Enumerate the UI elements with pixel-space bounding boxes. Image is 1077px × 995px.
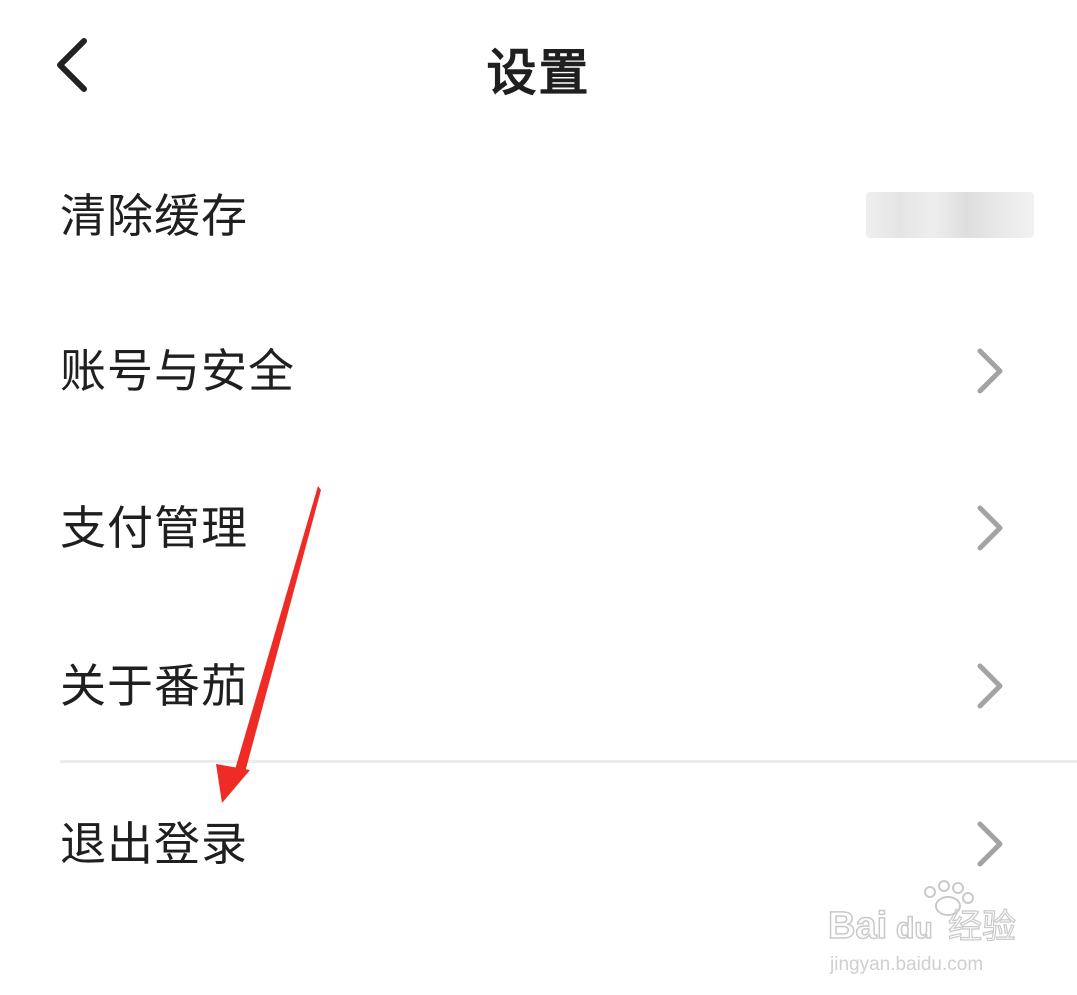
section-divider bbox=[60, 760, 1077, 763]
settings-item-about[interactable]: 关于番茄 bbox=[0, 610, 1077, 760]
settings-item-label: 支付管理 bbox=[60, 501, 248, 555]
chevron-right-icon bbox=[977, 505, 1003, 551]
settings-item-logout[interactable]: 退出登录 bbox=[0, 768, 1077, 918]
chevron-right-icon bbox=[977, 348, 1003, 394]
settings-item-label: 退出登录 bbox=[60, 817, 248, 871]
top-nav-bar: 设置 bbox=[0, 0, 1077, 140]
settings-item-label: 清除缓存 bbox=[60, 189, 248, 243]
chevron-right-icon bbox=[977, 821, 1003, 867]
cache-size-value bbox=[866, 192, 1034, 238]
watermark-url: jingyan.baidu.com bbox=[829, 954, 983, 975]
chevron-right-icon bbox=[977, 663, 1003, 709]
settings-item-label: 账号与安全 bbox=[60, 344, 295, 398]
settings-item-payment[interactable]: 支付管理 bbox=[0, 452, 1077, 602]
settings-item-account-security[interactable]: 账号与安全 bbox=[0, 295, 1077, 445]
settings-item-clear-cache[interactable]: 清除缓存 bbox=[0, 140, 1077, 290]
page-title: 设置 bbox=[486, 44, 591, 102]
settings-item-label: 关于番茄 bbox=[60, 659, 248, 713]
